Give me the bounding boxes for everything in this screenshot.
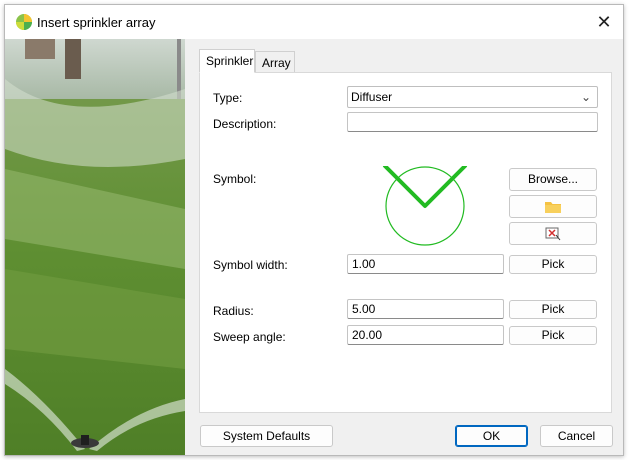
sprinkler-tab-panel: Type: Diffuser ⌄ Description: Symbol: Br… bbox=[199, 72, 612, 413]
cancel-button[interactable]: Cancel bbox=[540, 425, 613, 447]
pick-sweep-angle-button[interactable]: Pick bbox=[509, 326, 597, 345]
sweep-angle-input[interactable]: 20.00 bbox=[347, 325, 504, 345]
type-label: Type: bbox=[213, 91, 243, 105]
type-select-value: Diffuser bbox=[351, 90, 393, 104]
chevron-down-icon: ⌄ bbox=[580, 90, 591, 104]
browse-button[interactable]: Browse... bbox=[509, 168, 597, 191]
symbol-width-label: Symbol width: bbox=[213, 258, 288, 272]
clear-symbol-button[interactable] bbox=[509, 222, 597, 245]
open-folder-button[interactable] bbox=[509, 195, 597, 218]
tab-array[interactable]: Array bbox=[255, 51, 295, 73]
symbol-preview bbox=[347, 164, 504, 246]
type-select[interactable]: Diffuser ⌄ bbox=[347, 86, 598, 108]
symbol-width-input[interactable]: 1.00 bbox=[347, 254, 504, 274]
description-label: Description: bbox=[213, 117, 277, 131]
tab-sprinkler[interactable]: Sprinkler bbox=[199, 49, 255, 73]
sweep-angle-label: Sweep angle: bbox=[213, 330, 286, 344]
folder-icon bbox=[545, 202, 561, 213]
clear-symbol-icon bbox=[545, 227, 561, 241]
symbol-label: Symbol: bbox=[213, 172, 257, 186]
title-bar: Insert sprinkler array ✕ bbox=[5, 5, 623, 39]
pick-radius-button[interactable]: Pick bbox=[509, 300, 597, 319]
window-title: Insert sprinkler array bbox=[37, 15, 156, 30]
sprinkler-app-icon bbox=[16, 14, 32, 30]
ok-button[interactable]: OK bbox=[455, 425, 528, 447]
sprinkler-symbol-icon bbox=[383, 164, 467, 246]
system-defaults-button[interactable]: System Defaults bbox=[200, 425, 333, 447]
pick-symbol-width-button[interactable]: Pick bbox=[509, 255, 597, 274]
close-button[interactable]: ✕ bbox=[593, 11, 615, 33]
description-input[interactable] bbox=[347, 112, 598, 132]
radius-input[interactable]: 5.00 bbox=[347, 299, 504, 319]
sprinkler-photo bbox=[5, 39, 185, 455]
dialog-window: Insert sprinkler array ✕ Sprinkler Array… bbox=[4, 4, 624, 456]
radius-label: Radius: bbox=[213, 304, 254, 318]
